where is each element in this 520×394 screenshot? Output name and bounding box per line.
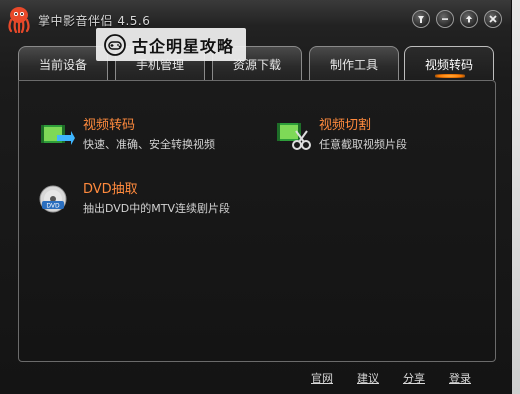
footer-link-login[interactable]: 登录 xyxy=(449,370,471,386)
footer-link-website[interactable]: 官网 xyxy=(311,370,333,386)
feature-video-convert[interactable]: 视频转码 快速、准确、安全转换视频 xyxy=(39,117,215,153)
feature-video-cut[interactable]: 视频切割 任意截取视频片段 xyxy=(275,117,407,153)
film-convert-icon xyxy=(41,125,75,145)
arrow-up-icon[interactable] xyxy=(460,10,478,28)
feature-title: DVD抽取 xyxy=(83,182,138,197)
tab-video-transcode[interactable]: 视频转码 xyxy=(404,46,494,80)
footer-link-share[interactable]: 分享 xyxy=(403,370,425,386)
footer-link-feedback[interactable]: 建议 xyxy=(357,370,379,386)
content-panel: 视频转码 快速、准确、安全转换视频 视频切割 任意截取视频片段 DVD DVD抽… xyxy=(18,80,496,362)
feature-description: 抽出DVD中的MTV连续剧片段 xyxy=(83,202,231,215)
pin-icon[interactable] xyxy=(412,10,430,28)
watermark-text: 古企明星攻略 xyxy=(132,36,235,56)
feature-description: 任意截取视频片段 xyxy=(319,138,407,151)
close-icon[interactable] xyxy=(484,10,502,28)
tab-label: 视频转码 xyxy=(424,58,473,72)
tab-label: 当前设备 xyxy=(38,58,87,72)
watermark-overlay: 古企明星攻略 xyxy=(96,28,246,61)
window-controls xyxy=(412,10,502,28)
feature-title: 视频切割 xyxy=(319,118,372,133)
tab-production-tools[interactable]: 制作工具 xyxy=(309,46,399,80)
game-controller-icon xyxy=(104,33,126,56)
dvd-disc-icon: DVD xyxy=(39,185,67,213)
film-scissors-icon xyxy=(277,123,311,150)
app-title: 掌中影音伴侣 4.5.6 xyxy=(38,14,151,28)
app-window: 掌中影音伴侣 4.5.6 当前设备 手机管理 资源下载 制作工具 视频转码 视频… xyxy=(0,0,512,394)
background-page-edge xyxy=(512,0,520,394)
octopus-icon xyxy=(8,7,30,33)
footer-links: 官网 建议 分享 登录 xyxy=(311,370,471,386)
feature-description: 快速、准确、安全转换视频 xyxy=(83,138,215,151)
active-tab-indicator xyxy=(435,74,465,78)
feature-dvd-extract[interactable]: DVD DVD抽取 抽出DVD中的MTV连续剧片段 xyxy=(39,181,230,217)
tab-label: 制作工具 xyxy=(329,58,378,72)
tab-current-device[interactable]: 当前设备 xyxy=(18,46,108,80)
svg-text:DVD: DVD xyxy=(46,203,60,210)
minimize-icon[interactable] xyxy=(436,10,454,28)
tab-bar: 当前设备 手机管理 资源下载 制作工具 视频转码 xyxy=(18,46,498,80)
feature-title: 视频转码 xyxy=(83,118,136,133)
titlebar: 掌中影音伴侣 4.5.6 xyxy=(0,0,512,40)
